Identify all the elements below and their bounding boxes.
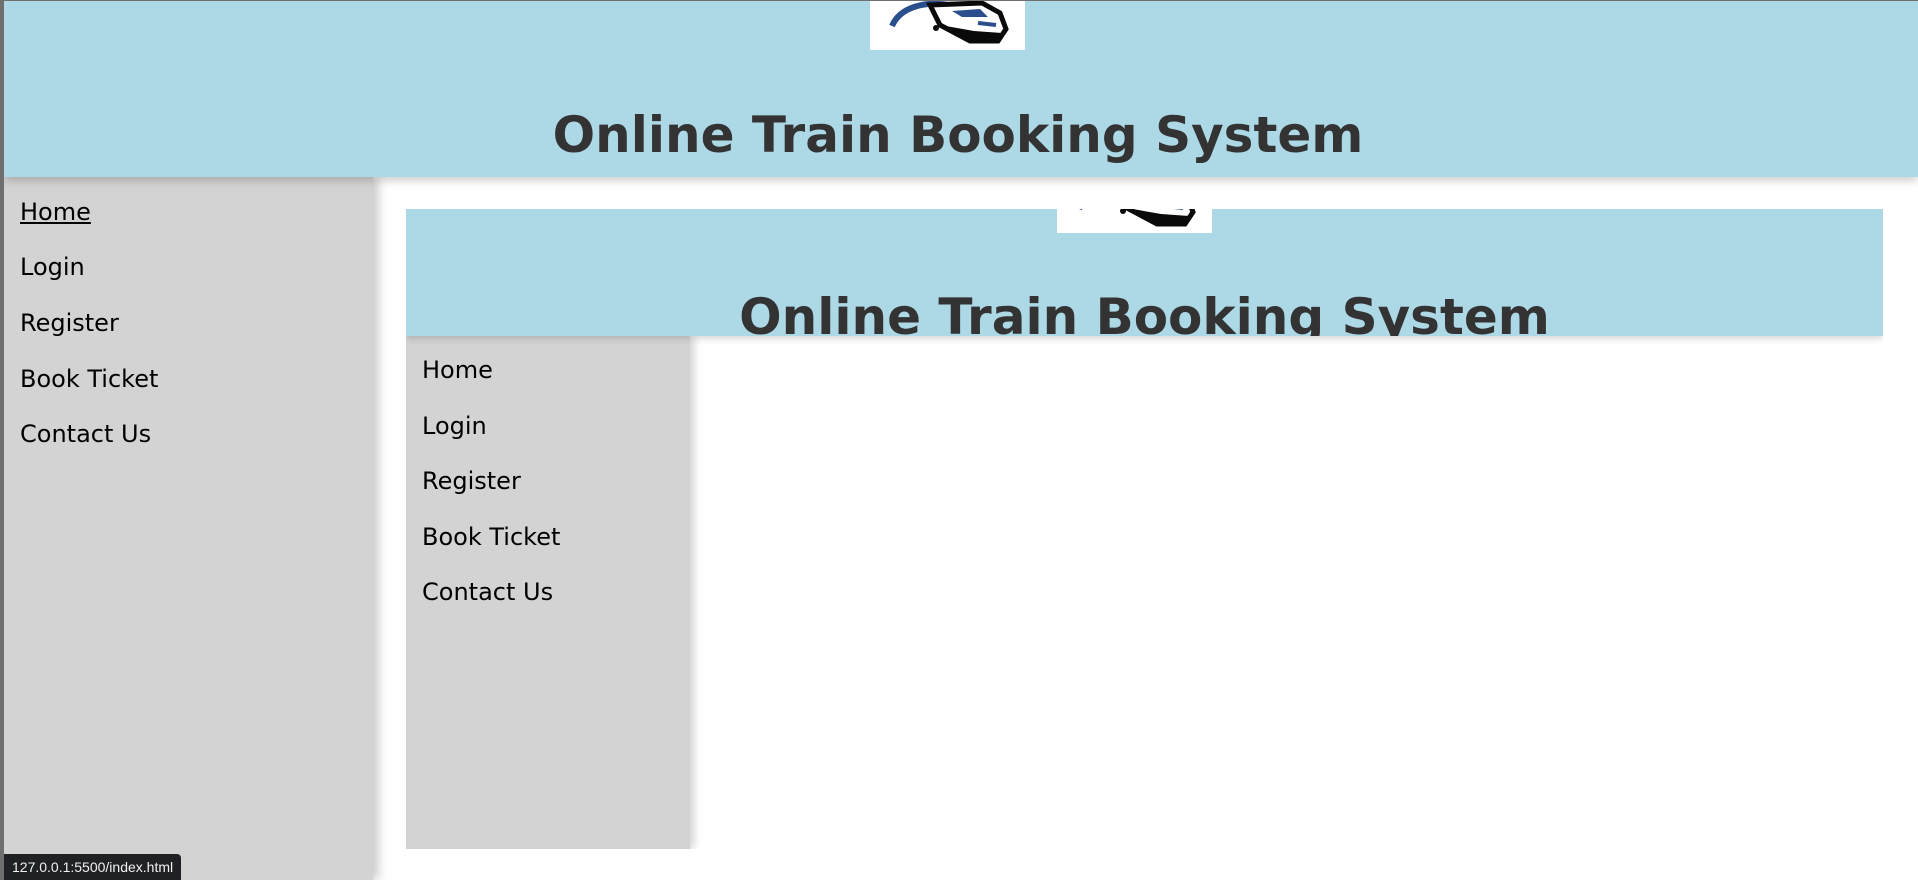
browser-viewport: Online Train Booking System Home Login R… (4, 1, 1918, 880)
embedded-sidebar-nav: Home Login Register Book Ticket Contact … (406, 336, 690, 849)
nav-link-book-ticket[interactable]: Book Ticket (20, 364, 158, 394)
link-url-status-bar: 127.0.0.1:5500/index.html (4, 854, 182, 880)
sidebar-nav: Home Login Register Book Ticket Contact … (4, 177, 373, 880)
page-title: Online Train Booking System (552, 106, 1364, 164)
nav-link-login[interactable]: Login (20, 252, 85, 282)
embedded-nav-link-contact-us[interactable]: Contact Us (422, 577, 553, 607)
embedded-nav-link-register[interactable]: Register (422, 466, 521, 496)
embedded-nav-link-book-ticket[interactable]: Book Ticket (422, 522, 560, 552)
embedded-page-frame[interactable]: Online Train Booking System Home Login R… (406, 209, 1883, 849)
nav-link-contact-us[interactable]: Contact Us (20, 419, 151, 449)
train-logo-icon (870, 1, 1025, 50)
site-header: Online Train Booking System (4, 1, 1918, 177)
embedded-nav-link-login[interactable]: Login (422, 411, 487, 441)
nav-link-home[interactable]: Home (20, 197, 91, 227)
embedded-header: Online Train Booking System (406, 209, 1883, 336)
nav-link-register[interactable]: Register (20, 308, 119, 338)
embedded-page-title: Online Train Booking System (739, 288, 1550, 336)
embedded-nav-link-home[interactable]: Home (422, 355, 493, 385)
embedded-train-logo-icon (1057, 209, 1212, 233)
main-content: Online Train Booking System Home Login R… (373, 177, 1918, 880)
